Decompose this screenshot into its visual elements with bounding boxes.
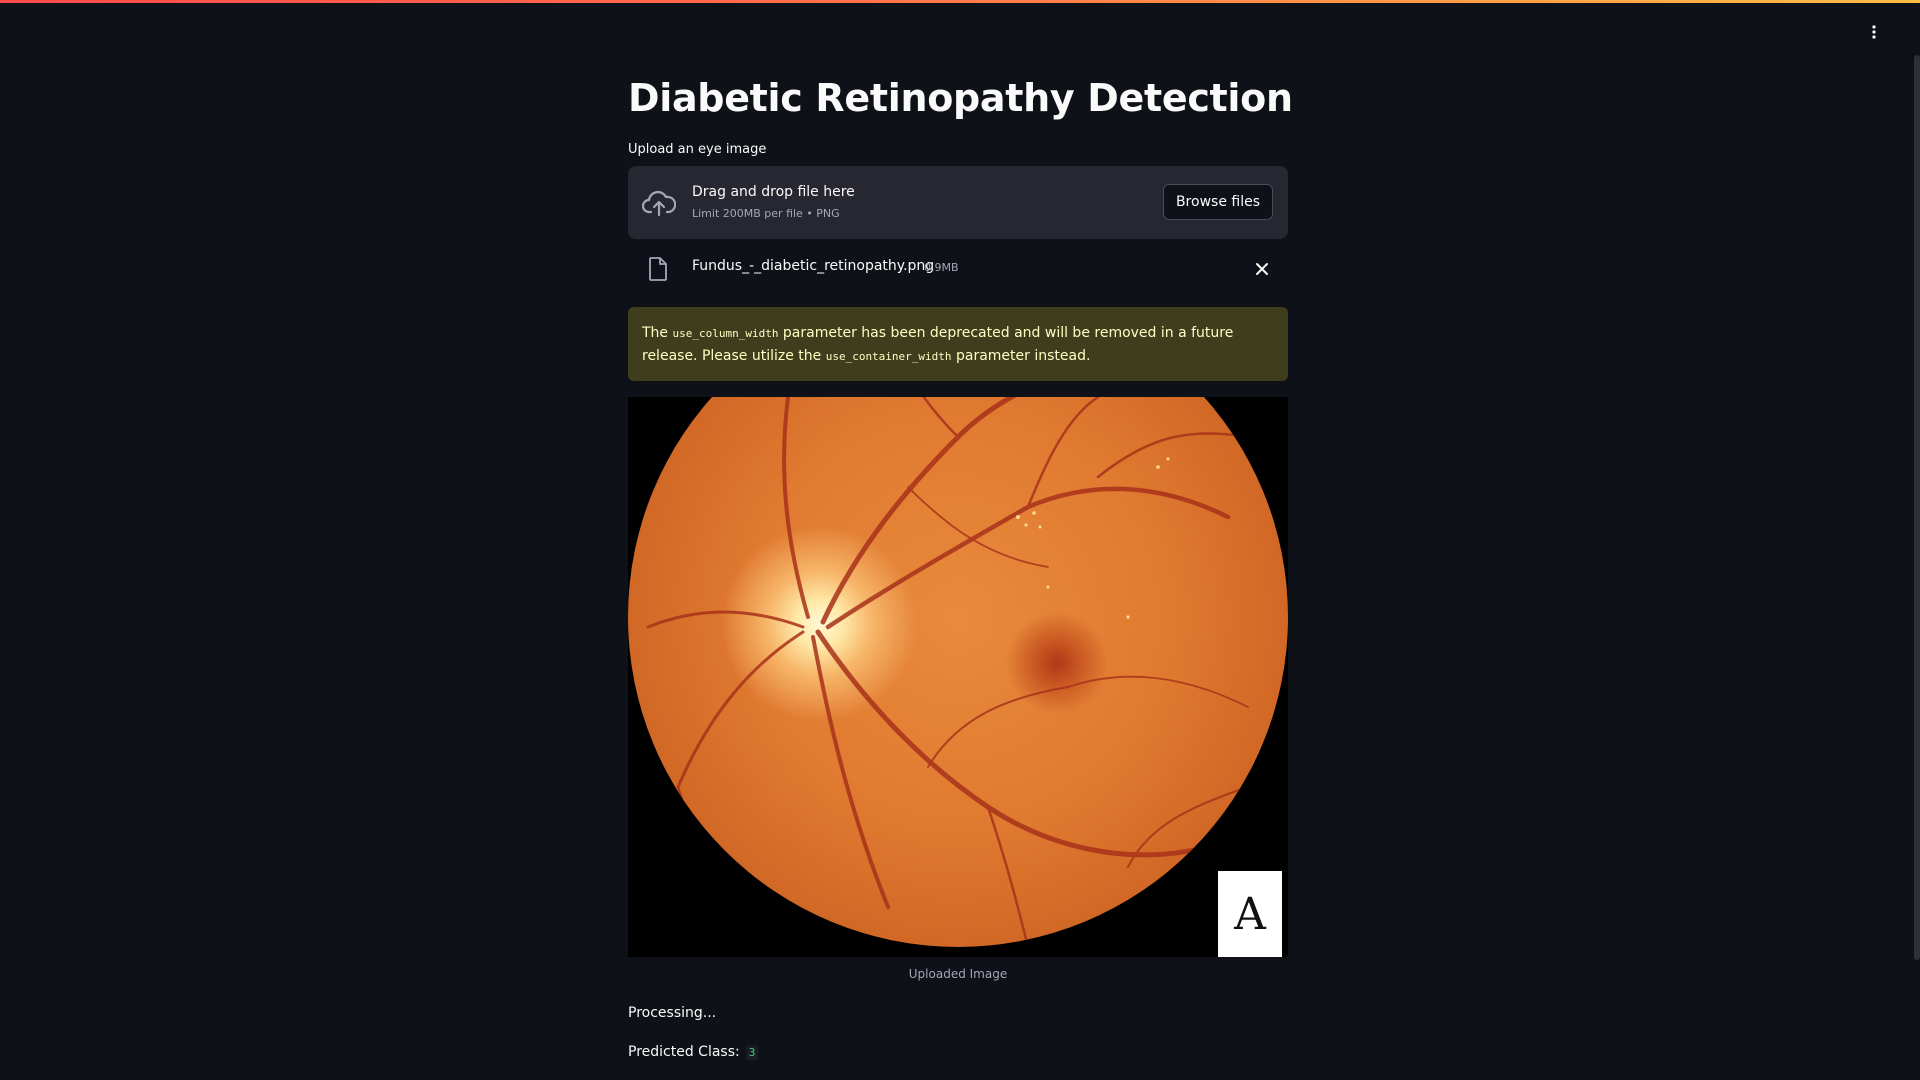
browse-files-button[interactable]: Browse files	[1162, 184, 1273, 220]
uploader-label: Upload an eye image	[628, 142, 767, 157]
dropzone-title: Drag and drop file here	[692, 184, 855, 200]
page-title: Diabetic Retinopathy Detection	[628, 76, 1293, 120]
main-menu-button[interactable]	[1862, 20, 1886, 44]
watermark-logo: A	[1218, 871, 1282, 957]
image-caption: Uploaded Image	[908, 967, 1008, 981]
warning-text-prefix: The	[642, 325, 673, 341]
uploaded-file-row: Fundus_-_diabetic_retinopathy.png 0.9MB	[628, 252, 1288, 286]
file-dropzone[interactable]: Drag and drop file here Limit 200MB per …	[628, 166, 1288, 239]
accent-top-bar	[0, 0, 1920, 3]
retina-vessels	[646, 397, 1250, 947]
warning-code-column-width: use_column_width	[672, 327, 779, 340]
predicted-class-value: 3	[745, 1045, 759, 1060]
predicted-class: Predicted Class: 3	[628, 1044, 759, 1060]
warning-text-suffix: parameter instead.	[951, 348, 1091, 364]
cloud-upload-icon	[642, 190, 676, 217]
dropzone-limit-text: Limit 200MB per file • PNG	[692, 207, 840, 220]
page-scrollbar[interactable]	[1914, 55, 1920, 960]
uploaded-image: A	[628, 397, 1288, 957]
uploaded-file-name: Fundus_-_diabetic_retinopathy.png	[692, 258, 935, 274]
close-icon[interactable]	[1254, 261, 1270, 277]
deprecation-warning: The use_column_width parameter has been …	[628, 307, 1288, 381]
kebab-menu-icon	[1872, 25, 1876, 39]
uploaded-file-size: 0.9MB	[924, 261, 959, 274]
predicted-class-label: Predicted Class:	[628, 1044, 740, 1060]
fundus-photo	[628, 397, 1288, 947]
warning-code-container-width: use_container_width	[825, 350, 952, 363]
file-icon	[649, 257, 667, 281]
processing-status: Processing...	[628, 1005, 717, 1021]
